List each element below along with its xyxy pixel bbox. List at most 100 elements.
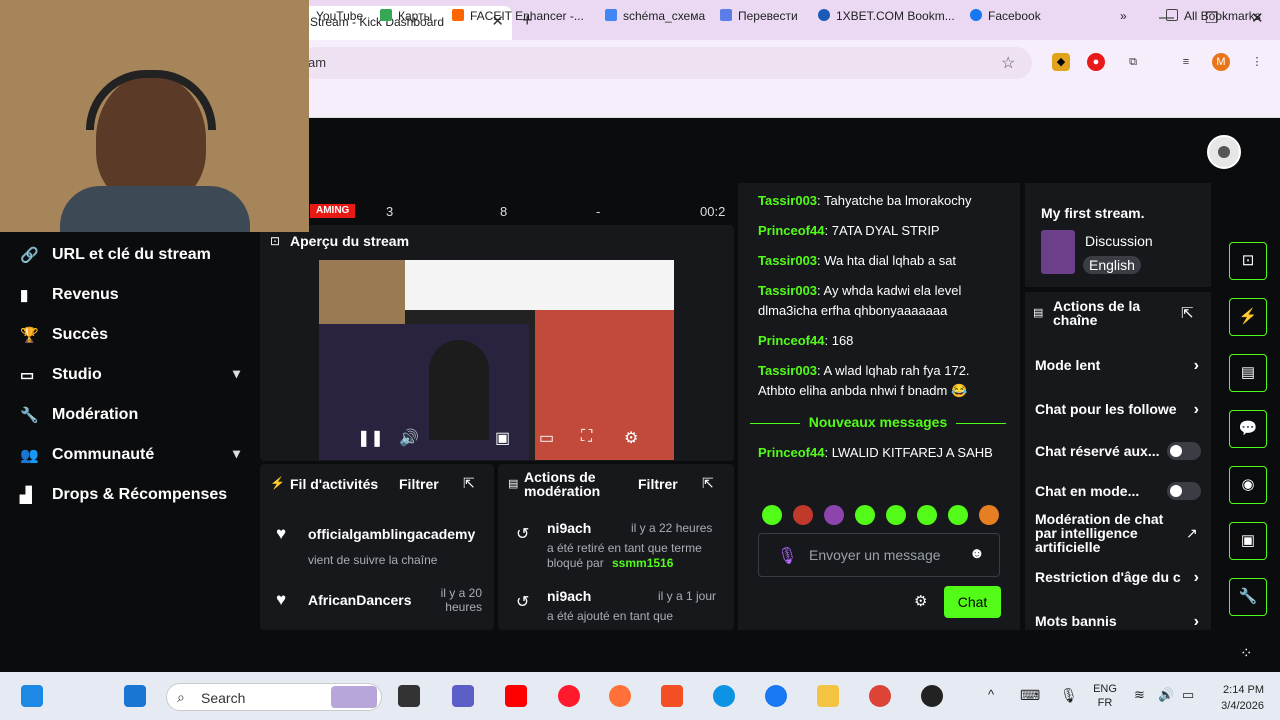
language-indicator[interactable]: ENG FR: [1092, 682, 1118, 710]
bookmark-youtube[interactable]: YouTube: [316, 9, 363, 23]
wifi-icon[interactable]: ≋: [1134, 687, 1145, 703]
tray-chevron-icon[interactable]: ^: [988, 687, 994, 702]
mod-filter-button[interactable]: Filtrer: [638, 476, 678, 492]
all-bookmarks[interactable]: All Bookmarks: [1166, 9, 1261, 23]
emote-icon[interactable]: [948, 505, 968, 525]
rail-notes-icon[interactable]: ▤: [1229, 354, 1267, 392]
new-messages-divider[interactable]: Nouveaux messages: [750, 414, 1006, 432]
sidebar-item-moderation[interactable]: 🔧 Modération: [20, 404, 240, 428]
category-name[interactable]: Discussion: [1085, 233, 1153, 249]
sidebar-item-drops[interactable]: ▟ Drops & Récompenses: [20, 484, 240, 508]
emote-icon[interactable]: [855, 505, 875, 525]
rail-activity-icon[interactable]: ⚡: [1229, 298, 1267, 336]
widgets-icon[interactable]: [21, 685, 43, 707]
action-ai-moderation[interactable]: Modération de chat par intelligence arti…: [1035, 512, 1181, 554]
rail-broadcast-icon[interactable]: ◉: [1229, 466, 1267, 504]
external-link-icon[interactable]: ↗: [1186, 525, 1198, 542]
extension-icon[interactable]: ◆: [1052, 53, 1070, 71]
emoji-icon[interactable]: ☻: [969, 545, 985, 562]
action-slow-mode[interactable]: Mode lent ›: [1035, 357, 1203, 374]
chat-input[interactable]: 🎙 Envoyer un message ☻: [758, 533, 1000, 577]
action-banned-words[interactable]: Mots bannis ›: [1035, 613, 1203, 630]
emote-icon[interactable]: [917, 505, 937, 525]
stream-preview-video[interactable]: ❚❚ 🔊 ▣ ▭ ⛶ ⚙: [319, 260, 674, 460]
store-icon[interactable]: [661, 685, 683, 707]
taskbar-search[interactable]: ⌕ Search: [166, 683, 382, 711]
category-thumbnail[interactable]: [1041, 230, 1075, 274]
mod-by: ssmm1516: [612, 556, 674, 570]
activity-filter-button[interactable]: Filtrer: [399, 476, 439, 492]
popout-icon[interactable]: ⇱: [463, 475, 475, 492]
volume-icon[interactable]: 🔊: [399, 428, 419, 448]
teams-icon[interactable]: [452, 685, 474, 707]
obs-icon[interactable]: [921, 685, 943, 707]
translate-icon: [720, 9, 732, 21]
bookmark-star-icon[interactable]: ☆: [1001, 53, 1015, 73]
theater-icon[interactable]: ▭: [539, 428, 554, 448]
subscribers-chat-toggle[interactable]: [1167, 442, 1201, 460]
emote-icon[interactable]: [793, 505, 813, 525]
adblock-icon[interactable]: ●: [1087, 53, 1105, 71]
speaker-icon[interactable]: 🔊: [1158, 687, 1174, 703]
emote-icon[interactable]: [762, 505, 782, 525]
chrome-icon[interactable]: [869, 685, 891, 707]
keyboard-icon[interactable]: ⌨: [1020, 687, 1040, 704]
sidebar-item-community[interactable]: 👥 Communauté ▾: [20, 444, 240, 468]
activity-text: vient de suivre la chaîne: [308, 553, 438, 567]
emote-icon[interactable]: [886, 505, 906, 525]
clock[interactable]: 2:14 PM 3/4/2026: [1212, 682, 1264, 714]
send-chat-button[interactable]: Chat: [944, 586, 1001, 618]
language-tag[interactable]: English: [1083, 256, 1141, 274]
media-control-icon[interactable]: ≡: [1177, 53, 1195, 71]
mod-time: il y a 1 jour: [658, 589, 717, 603]
chat-settings-icon[interactable]: ⚙: [914, 592, 927, 610]
pause-icon[interactable]: ❚❚: [357, 428, 384, 448]
sidebar-item-stream-url[interactable]: 🔗 URL et clé du stream: [20, 244, 240, 268]
user-avatar[interactable]: [1207, 135, 1241, 169]
edge-icon[interactable]: [713, 685, 735, 707]
rail-tools-icon[interactable]: 🔧: [1229, 578, 1267, 616]
microphone-icon[interactable]: 🎙: [1060, 687, 1078, 704]
lightning-icon: ⚡: [270, 476, 285, 490]
bookmark-schema[interactable]: schéma_схема: [605, 9, 705, 23]
fullscreen-icon[interactable]: ⛶: [581, 428, 592, 446]
bookmark-1xbet[interactable]: 1XBET.COM Bookm...: [818, 9, 955, 23]
sidebar-item-studio[interactable]: ▭ Studio ▾: [20, 364, 240, 388]
rail-preview-icon[interactable]: ⊡: [1229, 242, 1267, 280]
rail-chat-icon[interactable]: 💬: [1229, 410, 1267, 448]
battery-icon[interactable]: ▭: [1182, 687, 1194, 703]
microphone-icon[interactable]: 🎙: [777, 546, 797, 566]
bookmark-faceit[interactable]: FACEIT Enhancer -...: [452, 9, 584, 23]
emote-mode-toggle[interactable]: [1167, 482, 1201, 500]
settings-icon[interactable]: ⚙: [624, 428, 638, 448]
docs-icon: [605, 9, 617, 21]
bookmarks-overflow-icon[interactable]: »: [1120, 9, 1127, 23]
emote-icon[interactable]: [824, 505, 844, 525]
start-icon[interactable]: [124, 685, 146, 707]
action-age-restriction[interactable]: Restriction d'âge du c ›: [1035, 569, 1203, 585]
extensions-puzzle-icon[interactable]: ⧉: [1124, 53, 1142, 71]
facebook-icon[interactable]: [765, 685, 787, 707]
opera-icon[interactable]: [558, 685, 580, 707]
bookmark-maps[interactable]: Карты: [380, 9, 432, 23]
action-followers-chat[interactable]: Chat pour les followe ›: [1035, 401, 1203, 417]
file-explorer-icon[interactable]: [817, 685, 839, 707]
popout-icon[interactable]: ⇱: [702, 475, 714, 492]
bookmark-translate[interactable]: Перевести: [720, 9, 798, 23]
sidebar-item-achievements[interactable]: 🏆 Succès: [20, 324, 240, 348]
address-bar[interactable]: am: [300, 47, 1032, 79]
search-highlight-image: [331, 686, 377, 708]
taskview-icon[interactable]: [398, 685, 420, 707]
profile-avatar[interactable]: M: [1212, 53, 1230, 71]
firefox-icon[interactable]: [609, 685, 631, 707]
emote-icon[interactable]: [979, 505, 999, 525]
rail-layout-icon[interactable]: ▣: [1229, 522, 1267, 560]
bookmark-facebook[interactable]: Facebook: [970, 9, 1041, 23]
browser-menu-icon[interactable]: ⋮: [1248, 53, 1266, 71]
popout-icon[interactable]: ⇱: [1181, 304, 1194, 322]
rail-more-icon[interactable]: ⁘: [1240, 644, 1253, 662]
pip-icon[interactable]: ▣: [495, 428, 510, 448]
youtube-icon[interactable]: [505, 685, 527, 707]
sidebar-item-revenue[interactable]: ▮ Revenus: [20, 284, 240, 308]
preview-person: [429, 340, 489, 440]
